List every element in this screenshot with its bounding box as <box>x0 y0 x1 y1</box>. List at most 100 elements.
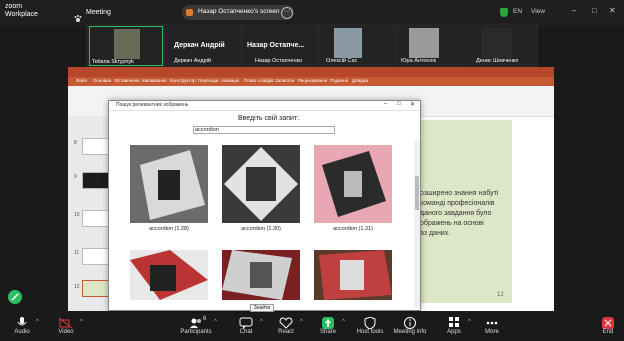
slide-number: 11 <box>74 250 80 256</box>
dialog-scrollbar[interactable] <box>414 140 420 308</box>
annotate-pencil-icon[interactable] <box>8 290 22 304</box>
participant-name: Олексій Сас <box>326 58 358 64</box>
react-button[interactable]: React <box>266 313 306 341</box>
ribbon-tab[interactable]: Подання <box>330 78 348 83</box>
microphone-icon <box>15 316 29 328</box>
audio-button[interactable]: Audio <box>2 313 42 341</box>
react-label: React <box>278 329 294 335</box>
ribbon-tab[interactable]: Анімація <box>221 78 239 83</box>
result-image[interactable] <box>222 250 300 300</box>
dialog-title: Пошук релевантних зображень <box>116 102 189 108</box>
result-image[interactable] <box>314 250 392 300</box>
slide-thumbnail-selected[interactable] <box>82 280 110 297</box>
meeting-info-button[interactable]: Meeting info <box>390 313 430 341</box>
dialog-minimize-button[interactable]: – <box>384 101 387 107</box>
participant-big-name: Деркач Андрій <box>174 42 225 49</box>
result-image[interactable] <box>130 145 208 223</box>
slide-thumbnail[interactable] <box>82 210 110 227</box>
slide-body-text: озширено знання набуті команді професіон… <box>420 189 512 239</box>
participant-tile[interactable]: Олексій Сас <box>320 26 394 66</box>
more-button[interactable]: More <box>472 313 512 341</box>
scrollbar-thumb[interactable] <box>415 176 419 210</box>
video-button[interactable]: Video <box>46 313 86 341</box>
search-input[interactable]: accordion <box>193 126 335 134</box>
slide-number: 10 <box>74 212 80 218</box>
ribbon-tab[interactable]: Довідка <box>352 78 368 83</box>
participant-name: Деркач Андрій <box>174 58 211 64</box>
host-tools-button[interactable]: Host tools <box>350 313 390 341</box>
participant-count: 6 <box>203 316 207 322</box>
close-window-button[interactable]: ✕ <box>609 6 616 15</box>
video-options-caret[interactable]: ^ <box>80 319 83 325</box>
audio-options-caret[interactable]: ^ <box>36 319 39 325</box>
view-menu[interactable]: View <box>531 8 545 15</box>
participant-tile-active[interactable]: Tetiana Skrypnyk <box>89 26 163 66</box>
apps-button[interactable]: Apps <box>434 313 474 341</box>
dialog-close-button[interactable]: ✕ <box>410 101 415 108</box>
avatar <box>114 29 140 59</box>
result-image[interactable] <box>314 145 392 223</box>
share-banner-text: Назар Остапченко's screen <box>198 8 280 15</box>
apps-options-caret[interactable]: ^ <box>468 319 471 325</box>
participant-tile[interactable]: Назар Остапче... Назар Остапченко <box>243 26 317 66</box>
slide-number: 8 <box>74 140 77 146</box>
language-indicator[interactable]: EN <box>513 8 522 15</box>
find-button[interactable]: Знайти <box>250 304 274 312</box>
paw-icon <box>74 9 82 22</box>
slide-text-line: аз даних. <box>420 230 451 237</box>
participants-label: Participants <box>180 329 212 335</box>
participant-big-name: Назар Остапче... <box>247 42 305 49</box>
ribbon-tab[interactable]: Вставлення <box>115 78 140 83</box>
share-icon <box>321 316 335 329</box>
participant-tile[interactable]: Деркач Андрій Деркач Андрій <box>166 26 240 66</box>
share-options-icon[interactable]: ⋯ <box>281 7 293 19</box>
participants-button[interactable]: Participants <box>176 313 216 341</box>
audio-label: Audio <box>14 329 30 335</box>
result-image[interactable] <box>130 250 208 300</box>
end-meeting-button[interactable]: End <box>596 314 620 340</box>
encryption-shield-icon[interactable] <box>500 8 508 17</box>
logo-line-2: Workplace <box>5 11 38 18</box>
logo-line-1: zoom <box>5 3 23 10</box>
ribbon-tab[interactable]: Конструктор <box>170 78 196 83</box>
chat-options-caret[interactable]: ^ <box>260 319 263 325</box>
avatar <box>482 28 512 58</box>
participant-name: Юра Антонюк <box>401 58 436 64</box>
result-image[interactable] <box>222 145 300 223</box>
ribbon-tab[interactable]: Малювання <box>142 78 167 83</box>
shield-icon <box>363 316 377 330</box>
maximize-button[interactable]: □ <box>592 6 597 15</box>
apps-icon <box>447 316 461 328</box>
more-label: More <box>485 329 499 335</box>
ribbon-tab[interactable]: Переходи <box>198 78 218 83</box>
result-caption: accordion (1.31) <box>333 226 373 232</box>
slide-thumbnail[interactable] <box>82 172 110 189</box>
participants-icon <box>189 316 203 328</box>
ribbon-tab[interactable]: Записати <box>275 78 294 83</box>
react-options-caret[interactable]: ^ <box>300 319 303 325</box>
slide-thumbnail[interactable] <box>82 248 110 265</box>
participant-name: Денис Шевченко <box>476 58 519 64</box>
avatar <box>334 28 362 58</box>
share-button[interactable]: Share <box>308 313 348 341</box>
participant-name: Назар Остапченко <box>255 58 303 64</box>
participant-tile[interactable]: Денис Шевченко <box>474 26 536 66</box>
chat-button[interactable]: Chat <box>226 313 266 341</box>
slide-number: 12 <box>74 284 80 290</box>
participants-options-caret[interactable]: ^ <box>214 319 217 325</box>
slide-text-line: озширено знання набуті <box>420 190 499 197</box>
participant-tile[interactable]: Юра Антонюк <box>397 26 471 66</box>
minimize-button[interactable]: – <box>572 6 576 15</box>
result-caption: accordion (1.28) <box>149 226 189 232</box>
ribbon-tab[interactable]: Рецензування <box>298 78 327 83</box>
host-tools-label: Host tools <box>356 329 384 335</box>
slide-thumbnail[interactable] <box>82 138 110 155</box>
share-options-caret[interactable]: ^ <box>342 319 345 325</box>
dialog-maximize-button[interactable]: □ <box>397 101 401 107</box>
meeting-label: Meeting <box>86 9 111 16</box>
ribbon-tab[interactable]: Показ слайдів <box>244 78 273 83</box>
ribbon-tab[interactable]: Основна <box>93 78 111 83</box>
end-label: End <box>602 329 614 335</box>
ribbon-tab[interactable]: Файл <box>76 78 87 83</box>
meeting-info-label: Meeting info <box>393 329 427 335</box>
